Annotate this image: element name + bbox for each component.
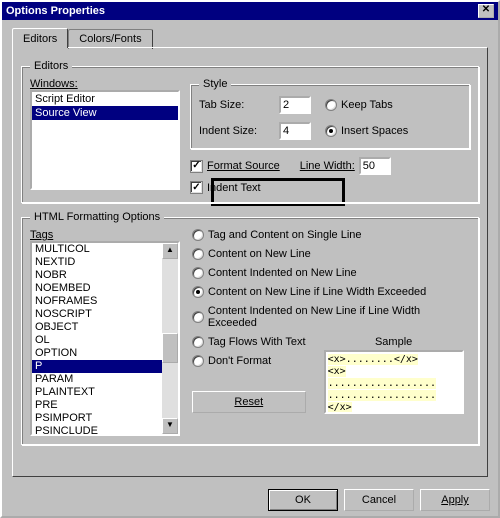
windows-listbox[interactable]: Script Editor Source View	[30, 90, 180, 190]
opt-indented-if-exceeded[interactable]: Content Indented on New Line if Line Wid…	[192, 305, 470, 329]
opt-content-indented[interactable]: Content Indented on New Line	[192, 267, 470, 279]
tab-strip: Editors Colors/Fonts	[12, 28, 488, 48]
list-item[interactable]: NOSCRIPT	[32, 308, 178, 321]
opt-newline-if-exceeded[interactable]: Content on New Line if Line Width Exceed…	[192, 286, 470, 298]
indent-text-checkbox[interactable]: Indent Text	[190, 181, 261, 194]
insert-spaces-radio[interactable]: Insert Spaces	[325, 125, 435, 137]
scroll-thumb[interactable]	[162, 333, 178, 363]
editors-legend: Editors	[30, 60, 72, 72]
tab-size-input[interactable]	[279, 96, 311, 114]
indent-size-label: Indent Size:	[199, 125, 269, 137]
tab-colors-fonts[interactable]: Colors/Fonts	[68, 29, 152, 49]
opt-single-line[interactable]: Tag and Content on Single Line	[192, 229, 470, 241]
opt-tag-flows[interactable]: Tag Flows With Text	[192, 336, 306, 348]
scroll-up-button[interactable]: ▲	[162, 243, 178, 259]
list-item[interactable]: PRE	[32, 399, 178, 412]
list-item[interactable]: NOFRAMES	[32, 295, 178, 308]
tags-scrollbar[interactable]: ▲ ▼	[162, 243, 178, 434]
list-item[interactable]: P	[32, 360, 178, 373]
windows-label: Windows:	[30, 78, 180, 90]
dialog-buttons: OK Cancel Apply	[2, 483, 498, 517]
opt-dont-format[interactable]: Don't Format	[192, 355, 306, 367]
tags-listbox[interactable]: MULTICOL NEXTID NOBR NOEMBED NOFRAMES NO…	[30, 241, 180, 436]
list-item[interactable]: MULTICOL	[32, 243, 178, 256]
line-width-label: Line Width:	[300, 160, 355, 172]
cancel-button[interactable]: Cancel	[344, 489, 414, 511]
reset-button[interactable]: Reset	[192, 391, 306, 413]
editors-group: Editors Windows: Script Editor Source Vi…	[21, 60, 479, 203]
sample-label: Sample	[375, 336, 412, 348]
style-legend: Style	[199, 78, 231, 90]
scroll-down-button[interactable]: ▼	[162, 418, 178, 434]
indent-size-input[interactable]	[279, 122, 311, 140]
list-item[interactable]: OBJECT	[32, 321, 178, 334]
format-source-checkbox[interactable]: Format Source	[190, 160, 280, 173]
html-formatting-legend: HTML Formatting Options	[30, 211, 164, 223]
options-properties-window: Options Properties ✕ Editors Colors/Font…	[0, 0, 500, 518]
apply-button[interactable]: Apply	[420, 489, 490, 511]
window-body: Editors Colors/Fonts Editors Windows: Sc…	[2, 20, 498, 483]
list-item[interactable]: PSINCLUDE	[32, 425, 178, 436]
tab-editors[interactable]: Editors	[12, 28, 68, 48]
list-item[interactable]: PARAM	[32, 373, 178, 386]
sample-preview: <x>........</x> <x> .................. .…	[324, 350, 464, 414]
list-item[interactable]: Script Editor	[32, 92, 178, 106]
opt-content-newline[interactable]: Content on New Line	[192, 248, 470, 260]
list-item[interactable]: NOEMBED	[32, 282, 178, 295]
html-formatting-group: HTML Formatting Options Tags MULTICOL NE…	[21, 211, 479, 445]
tab-size-label: Tab Size:	[199, 99, 269, 111]
list-item[interactable]: NEXTID	[32, 256, 178, 269]
line-width-input[interactable]	[359, 157, 391, 175]
close-button[interactable]: ✕	[478, 4, 494, 18]
list-item[interactable]: PSIMPORT	[32, 412, 178, 425]
ok-button[interactable]: OK	[268, 489, 338, 511]
titlebar: Options Properties ✕	[2, 2, 498, 20]
list-item[interactable]: NOBR	[32, 269, 178, 282]
window-title: Options Properties	[6, 5, 105, 17]
list-item[interactable]: PLAINTEXT	[32, 386, 178, 399]
style-group: Style Tab Size: Keep Tabs Indent Size: I…	[190, 78, 470, 149]
list-item[interactable]: OPTION	[32, 347, 178, 360]
list-item[interactable]: OL	[32, 334, 178, 347]
tags-label: Tags	[30, 229, 180, 241]
list-item[interactable]: Source View	[32, 106, 178, 120]
tab-panel-editors: Editors Windows: Script Editor Source Vi…	[12, 47, 488, 477]
keep-tabs-radio[interactable]: Keep Tabs	[325, 99, 435, 111]
